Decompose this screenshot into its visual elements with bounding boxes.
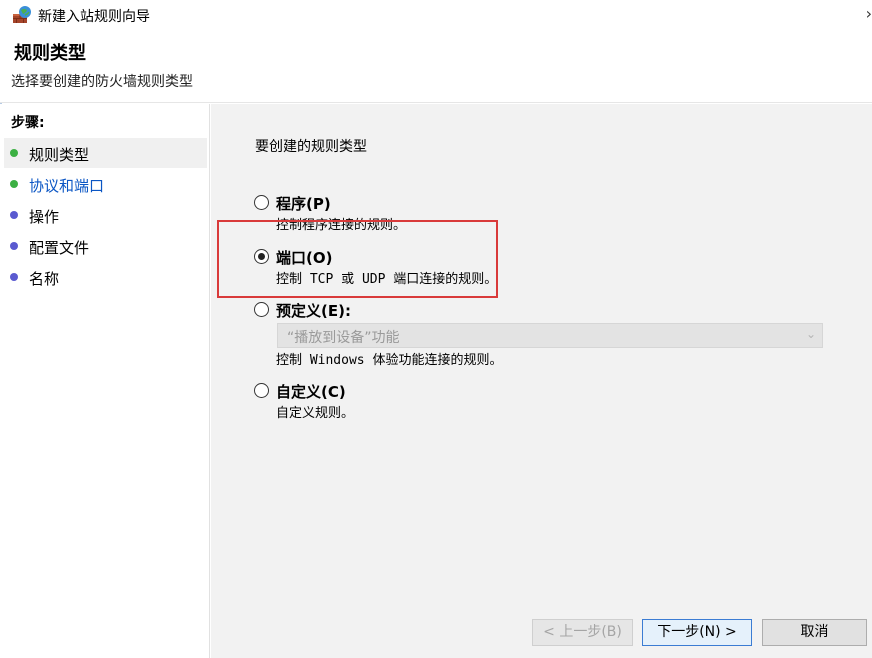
step-action[interactable]: 操作 <box>4 200 207 230</box>
firewall-icon <box>12 5 32 25</box>
chevron-down-icon: ⌄ <box>805 327 816 341</box>
step-rule-type[interactable]: 规则类型 <box>4 138 207 168</box>
title-bar: 新建入站规则向导 › <box>0 0 872 30</box>
step-status-icon <box>10 180 18 188</box>
option-description: 自定义规则。 <box>276 406 355 421</box>
option-label[interactable]: 自定义(C) <box>276 381 346 402</box>
radio-predefined[interactable] <box>254 302 269 317</box>
step-label: 操作 <box>29 208 60 226</box>
step-status-icon <box>10 273 18 281</box>
option-label[interactable]: 程序(P) <box>276 193 331 214</box>
header-divider <box>0 102 872 103</box>
step-protocol-ports[interactable]: 协议和端口 <box>4 169 207 199</box>
page-subtitle: 选择要创建的防火墙规则类型 <box>11 74 193 90</box>
main-content: 要创建的规则类型 程序(P) 控制程序连接的规则。 端口(O) 控制 TCP 或… <box>211 104 872 658</box>
window-title: 新建入站规则向导 <box>38 9 150 25</box>
predefined-select-value: “播放到设备”功能 <box>287 330 400 346</box>
step-name[interactable]: 名称 <box>4 262 207 292</box>
predefined-select[interactable]: “播放到设备”功能 ⌄ <box>277 323 823 348</box>
page-title: 规则类型 <box>14 43 86 64</box>
step-label: 名称 <box>29 270 60 288</box>
step-label: 规则类型 <box>29 146 90 164</box>
steps-title: 步骤: <box>11 115 45 131</box>
option-label[interactable]: 预定义(E): <box>276 300 351 321</box>
step-status-icon <box>10 211 18 219</box>
step-profile[interactable]: 配置文件 <box>4 231 207 261</box>
steps-panel: 步骤: 规则类型 协议和端口 操作 配置文件 名称 <box>0 104 210 658</box>
step-label[interactable]: 协议和端口 <box>29 175 104 196</box>
highlight-annotation <box>217 220 498 298</box>
radio-program[interactable] <box>254 195 269 210</box>
back-button[interactable]: < 上一步(B) <box>532 619 633 646</box>
step-status-icon <box>10 242 18 250</box>
step-label: 配置文件 <box>29 239 90 257</box>
option-description: 控制 Windows 体验功能连接的规则。 <box>276 353 503 368</box>
radio-custom[interactable] <box>254 383 269 398</box>
chevron-right-icon[interactable]: › <box>866 4 872 23</box>
rule-type-prompt: 要创建的规则类型 <box>255 139 367 155</box>
cancel-button[interactable]: 取消 <box>762 619 867 646</box>
next-button[interactable]: 下一步(N) > <box>642 619 752 646</box>
wizard-header: 规则类型 选择要创建的防火墙规则类型 <box>0 30 872 102</box>
step-status-icon <box>10 149 18 157</box>
